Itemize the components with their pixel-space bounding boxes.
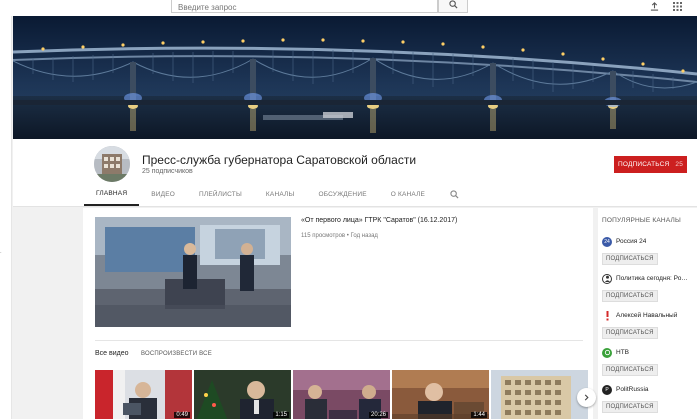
popular-channel-name[interactable]: Политика сегодня: Ро… [616, 275, 688, 282]
channel-title: Пресс-служба губернатора Саратовской обл… [142, 153, 417, 167]
popular-subscribe-button[interactable]: ПОДПИСАТЬСЯ [602, 290, 658, 302]
popular-subscribe-button[interactable]: ПОДПИСАТЬСЯ [602, 253, 658, 265]
video-thumbnail[interactable] [491, 370, 588, 419]
subscribe-label: ПОДПИСАТЬСЯ [617, 161, 670, 168]
channel-header: Пресс-служба губернатора Саратовской обл… [13, 139, 697, 207]
video-thumbnail[interactable]: 1:44 [392, 370, 489, 419]
popular-channels-sidebar: ПОПУЛЯРНЫЕ КАНАЛЫ 24 Россия 24 ПОДПИСАТЬ… [598, 208, 697, 419]
featured-video-meta: 115 просмотров • Год назад [301, 233, 378, 239]
subscribe-button[interactable]: ПОДПИСАТЬСЯ 25 [614, 156, 687, 173]
tab-playlists[interactable]: ПЛЕЙЛИСТЫ [187, 182, 254, 206]
channel-logo-icon[interactable]: 24 [602, 236, 612, 247]
popular-channel-item: Политика сегодня: Ро… ПОДПИСАТЬСЯ [602, 273, 697, 302]
video-duration: 0:49 [174, 412, 190, 418]
ntv-logo-icon[interactable] [602, 347, 612, 358]
exclamation-logo-icon[interactable] [602, 310, 612, 321]
popular-subscribe-button[interactable]: ПОДПИСАТЬСЯ [602, 401, 658, 413]
tab-home[interactable]: ГЛАВНАЯ [84, 182, 140, 206]
video-thumbnail[interactable]: 0:49 [95, 370, 192, 419]
video-duration: 1:44 [471, 412, 487, 418]
tab-channels[interactable]: КАНАЛЫ [254, 182, 307, 206]
featured-video-title[interactable]: «От первого лица» ГТРК "Саратов" (16.12.… [301, 217, 457, 224]
video-duration: 20:26 [368, 412, 388, 418]
channel-avatar[interactable] [94, 146, 130, 182]
channel-search-icon[interactable] [443, 182, 465, 206]
popular-channel-name[interactable]: PolitRussia [616, 386, 649, 393]
subscriber-count: 25 подписчиков [142, 168, 193, 175]
channel-banner [13, 16, 697, 139]
popular-channel-item: НТВ ПОДПИСАТЬСЯ [602, 347, 697, 376]
all-videos-title[interactable]: Все видео [95, 350, 129, 357]
popular-channels-title: ПОПУЛЯРНЫЕ КАНАЛЫ [602, 217, 681, 224]
subscribe-count: 25 [675, 161, 684, 168]
sidebar-fragment: . [0, 249, 2, 255]
popular-subscribe-button[interactable]: ПОДПИСАТЬСЯ [602, 327, 658, 339]
banner-bridge-image [13, 16, 697, 139]
video-duration: 1:15 [273, 412, 289, 418]
tab-videos[interactable]: ВИДЕО [139, 182, 187, 206]
upload-icon[interactable] [648, 0, 660, 12]
play-all-button[interactable]: ВОСПРОИЗВЕСТИ ВСЕ [141, 351, 212, 357]
search-box[interactable] [171, 0, 438, 15]
video-thumbnail[interactable]: 20:26 [293, 370, 390, 419]
left-sidebar: . [0, 16, 12, 419]
popular-subscribe-button[interactable]: ПОДПИСАТЬСЯ [602, 364, 658, 376]
politrussia-logo-icon[interactable]: P [602, 384, 612, 395]
tab-about[interactable]: О КАНАЛЕ [379, 182, 437, 206]
top-bar [0, 0, 697, 16]
channel-tabs: ГЛАВНАЯ ВИДЕО ПЛЕЙЛИСТЫ КАНАЛЫ ОБСУЖДЕНИ… [84, 182, 465, 206]
popular-channel-name[interactable]: НТВ [616, 349, 629, 356]
search-icon [448, 0, 458, 9]
popular-channel-name[interactable]: Россия 24 [616, 238, 646, 245]
search-button[interactable] [438, 0, 468, 13]
popular-channel-item: Алексей Навальный ПОДПИСАТЬСЯ [602, 310, 697, 339]
apps-grid-icon[interactable] [671, 0, 683, 12]
search-input[interactable] [172, 0, 437, 15]
user-logo-icon[interactable] [602, 273, 612, 284]
chevron-right-icon [584, 394, 589, 401]
section-divider [95, 340, 583, 341]
main-content: «От первого лица» ГТРК "Саратов" (16.12.… [83, 208, 593, 419]
video-row: 0:49 1:15 20:26 1:44 [95, 370, 590, 419]
video-thumbnail[interactable]: 1:15 [194, 370, 291, 419]
next-videos-button[interactable] [577, 388, 596, 407]
popular-channel-item: P PolitRussia ПОДПИСАТЬСЯ [602, 384, 697, 413]
featured-video-thumbnail[interactable] [95, 217, 291, 327]
popular-channel-item: 24 Россия 24 ПОДПИСАТЬСЯ [602, 236, 697, 265]
popular-channel-name[interactable]: Алексей Навальный [616, 312, 677, 319]
tab-discussion[interactable]: ОБСУЖДЕНИЕ [306, 182, 378, 206]
